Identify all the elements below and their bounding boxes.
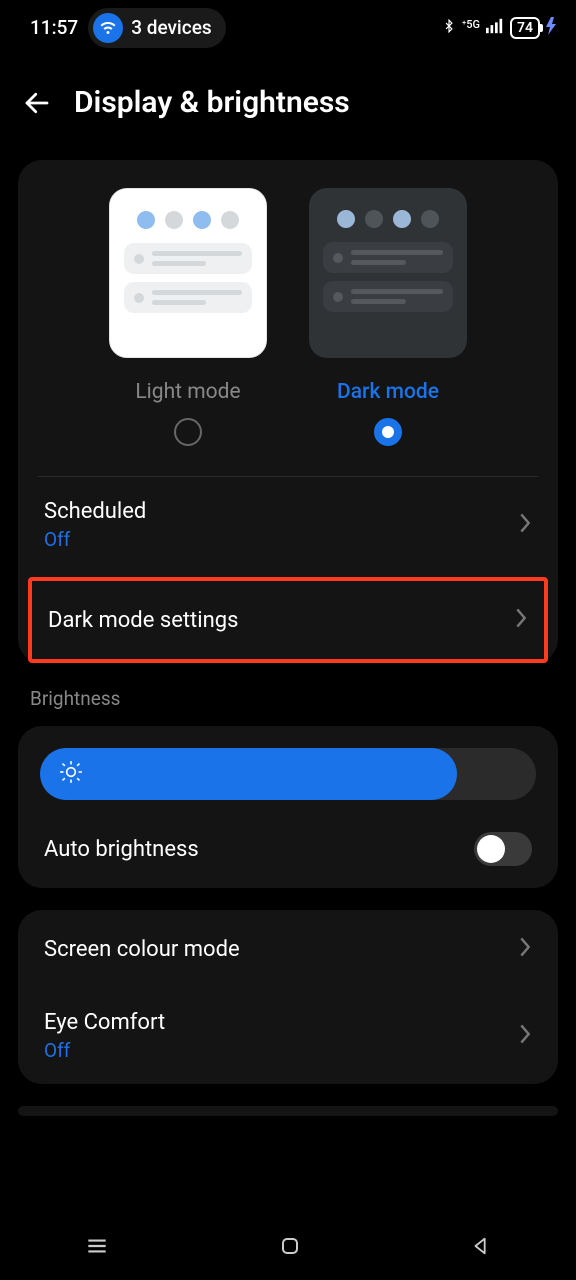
dark-mode-settings-highlight: Dark mode settings: [28, 577, 548, 663]
eye-comfort-title: Eye Comfort: [44, 1010, 165, 1035]
auto-brightness-row[interactable]: Auto brightness: [18, 810, 558, 888]
charging-icon: [546, 17, 556, 39]
wifi-icon: [93, 13, 123, 43]
brightness-card: Auto brightness: [18, 726, 558, 888]
chevron-right-icon: [518, 1023, 532, 1049]
next-card-peek: [18, 1106, 558, 1116]
status-time: 11:57: [30, 16, 78, 39]
scheduled-value: Off: [44, 528, 146, 551]
scheduled-title: Scheduled: [44, 499, 146, 524]
brightness-section-label: Brightness: [0, 685, 576, 726]
devices-pill[interactable]: 3 devices: [88, 8, 225, 48]
eye-comfort-value: Off: [44, 1039, 165, 1062]
home-button[interactable]: [278, 1234, 302, 1262]
light-mode-label: Light mode: [135, 380, 240, 404]
auto-brightness-title: Auto brightness: [44, 837, 199, 862]
dark-mode-settings-row[interactable]: Dark mode settings: [32, 581, 544, 659]
light-mode-preview: [109, 188, 267, 358]
dark-mode-label: Dark mode: [337, 380, 439, 404]
toggle-knob: [477, 835, 505, 863]
display-options-card: Screen colour mode Eye Comfort Off: [18, 910, 558, 1084]
page-title: Display & brightness: [74, 85, 350, 120]
system-nav-bar: [0, 1216, 576, 1280]
status-right: ⁺5G 74: [442, 17, 556, 39]
dark-mode-radio[interactable]: [374, 418, 402, 446]
back-button[interactable]: [22, 88, 52, 118]
scheduled-row[interactable]: Scheduled Off: [18, 477, 558, 573]
signal-icon: [486, 18, 504, 38]
back-nav-button[interactable]: [470, 1235, 492, 1261]
eye-comfort-row[interactable]: Eye Comfort Off: [18, 988, 558, 1084]
chevron-right-icon: [514, 607, 528, 633]
battery-icon: 74: [510, 17, 540, 39]
devices-count: 3 devices: [131, 16, 211, 39]
signal-5g-label: ⁺5G: [462, 18, 480, 31]
chevron-right-icon: [518, 512, 532, 538]
screen-colour-row[interactable]: Screen colour mode: [18, 910, 558, 988]
status-bar: 11:57 3 devices ⁺5G 74: [0, 0, 576, 55]
theme-card: Light mode Dark mode Scheduled Off Dark …: [18, 160, 558, 663]
dark-mode-settings-title: Dark mode settings: [48, 608, 238, 633]
auto-brightness-toggle[interactable]: [474, 832, 532, 866]
bluetooth-icon: [442, 17, 456, 39]
light-mode-option[interactable]: Light mode: [98, 188, 278, 446]
chevron-right-icon: [518, 936, 532, 962]
recents-button[interactable]: [84, 1233, 110, 1263]
dark-mode-option[interactable]: Dark mode: [298, 188, 478, 446]
screen-colour-title: Screen colour mode: [44, 937, 240, 962]
sun-icon: [58, 759, 84, 789]
dark-mode-preview: [309, 188, 467, 358]
light-mode-radio[interactable]: [174, 418, 202, 446]
page-header: Display & brightness: [0, 55, 576, 160]
brightness-slider[interactable]: [40, 748, 536, 800]
